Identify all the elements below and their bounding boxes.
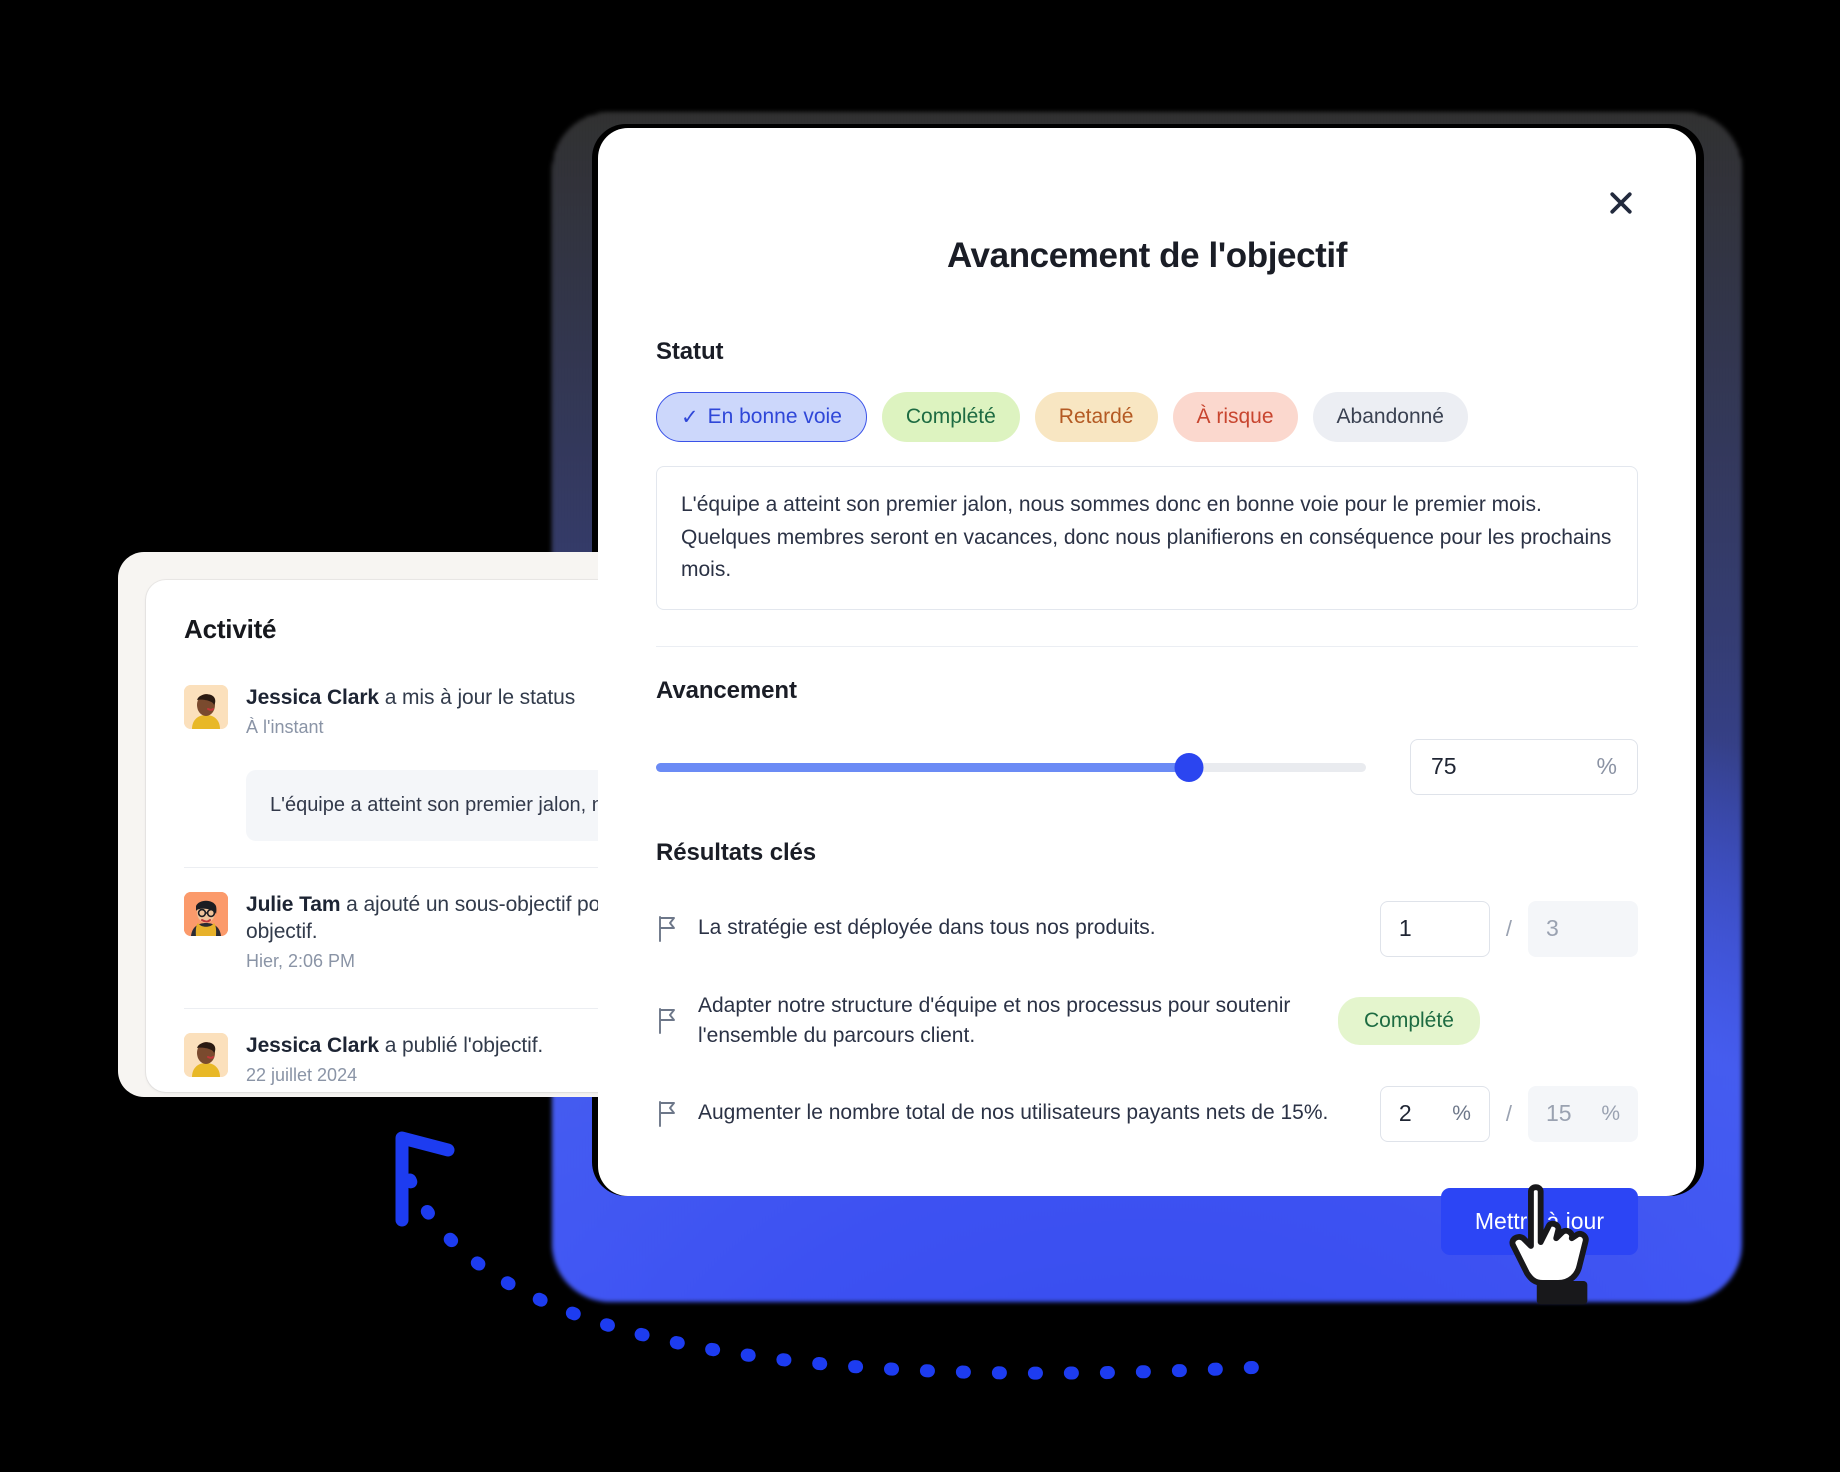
progress-percent-value: 75	[1431, 753, 1457, 780]
key-result-target-unit: %	[1601, 1101, 1620, 1125]
key-result-target: 15 %	[1528, 1085, 1638, 1142]
status-option-complete[interactable]: Complété	[881, 392, 1020, 442]
avatar-image	[184, 1032, 228, 1077]
key-result-current-value: 2	[1398, 1100, 1412, 1127]
avatar-image	[184, 892, 228, 937]
percent-unit: %	[1596, 753, 1617, 780]
progress-percent-input[interactable]: 75 %	[1410, 738, 1638, 795]
status-label: Statut	[656, 338, 724, 365]
activity-item-author: Julie Tam	[246, 893, 341, 917]
flag-icon	[656, 1100, 698, 1128]
key-result-row: Augmenter le nombre total de nos utilisa…	[656, 1085, 1638, 1142]
divider	[656, 645, 1638, 647]
key-result-controls: 2 % / 15 %	[1379, 1085, 1638, 1142]
activity-item-action: a publié l'objectif.	[378, 1033, 544, 1057]
check-icon: ✓	[681, 405, 699, 429]
page-title: Avancement de l'objectif	[946, 236, 1348, 275]
status-note-textarea[interactable]: L'équipe a atteint son premier jalon, no…	[656, 466, 1638, 610]
modal-actions: Mettre à jour	[656, 1187, 1638, 1255]
activity-item-time: 22 juillet 2024	[246, 1065, 358, 1085]
key-result-controls: Complété	[1338, 997, 1480, 1046]
status-option-label: En bonne voie	[707, 405, 842, 428]
key-result-target: 3	[1528, 900, 1638, 957]
slider-knob[interactable]	[1174, 752, 1203, 782]
status-option-a-risque[interactable]: À risque	[1172, 392, 1298, 442]
avatar	[184, 1032, 228, 1077]
activity-item-text: Jessica Clark a mis à jour le status	[246, 685, 575, 711]
avatar	[184, 892, 228, 937]
progress-label: Avancement	[656, 676, 797, 704]
update-button[interactable]: Mettre à jour	[1440, 1187, 1638, 1255]
key-result-row: Adapter notre structure d'équipe et nos …	[656, 991, 1638, 1052]
key-result-text: La stratégie est déployée dans tous nos …	[698, 916, 1156, 940]
key-result-current-unit: %	[1452, 1101, 1471, 1125]
avatar-image	[184, 685, 228, 729]
key-result-text: Adapter notre structure d'équipe et nos …	[698, 993, 1291, 1048]
activity-item-author: Jessica Clark	[246, 686, 379, 709]
flag-glyph	[659, 1100, 675, 1127]
key-result-separator: /	[1505, 1100, 1512, 1126]
progress-slider[interactable]	[656, 752, 1366, 782]
key-result-separator: /	[1505, 915, 1512, 941]
flag-icon	[656, 1007, 698, 1035]
key-result-controls: 1 / 3	[1379, 900, 1638, 957]
key-result-current-value: 1	[1398, 915, 1412, 942]
key-result-target-value: 3	[1546, 915, 1559, 942]
slider-fill	[656, 762, 1189, 772]
close-icon[interactable]	[1598, 180, 1644, 226]
goal-progress-modal: Avancement de l'objectif Statut ✓ En bon…	[598, 128, 1696, 1255]
activity-item-time: À l'instant	[246, 717, 324, 738]
flag-glyph	[659, 1008, 675, 1035]
key-result-target-value: 15	[1546, 1100, 1572, 1127]
status-option-retarde[interactable]: Retardé	[1034, 392, 1158, 442]
status-options: ✓ En bonne voie Complété Retardé À risqu…	[656, 392, 1638, 442]
close-x-glyph	[1610, 192, 1632, 214]
flag-icon	[656, 915, 698, 943]
status-option-abandonne[interactable]: Abandonné	[1312, 392, 1468, 442]
status-option-label: Retardé	[1058, 405, 1134, 428]
key-result-current-input[interactable]: 2 %	[1379, 1085, 1490, 1142]
activity-item-text: Jessica Clark a publié l'objectif.	[246, 1033, 543, 1059]
progress-row: 75 %	[656, 738, 1638, 795]
screenshot-stage: Activité Jessica Clark a mis à jour le s…	[0, 0, 1840, 1472]
status-option-label: Abandonné	[1336, 405, 1444, 428]
key-result-row: La stratégie est déployée dans tous nos …	[656, 900, 1638, 957]
activity-item-action: a mis à jour le status	[378, 686, 576, 709]
flag-glyph	[659, 915, 675, 942]
status-option-label: Complété	[905, 405, 996, 428]
key-result-text: Augmenter le nombre total de nos utilisa…	[698, 1101, 1329, 1125]
key-results-label: Résultats clés	[656, 838, 817, 866]
key-result-current-input[interactable]: 1	[1379, 900, 1490, 957]
status-option-en-bonne-voie[interactable]: ✓ En bonne voie	[656, 392, 867, 442]
activity-item-author: Jessica Clark	[246, 1033, 379, 1057]
avatar	[184, 685, 228, 729]
status-badge: Complété	[1338, 997, 1480, 1046]
status-option-label: À risque	[1196, 405, 1274, 428]
